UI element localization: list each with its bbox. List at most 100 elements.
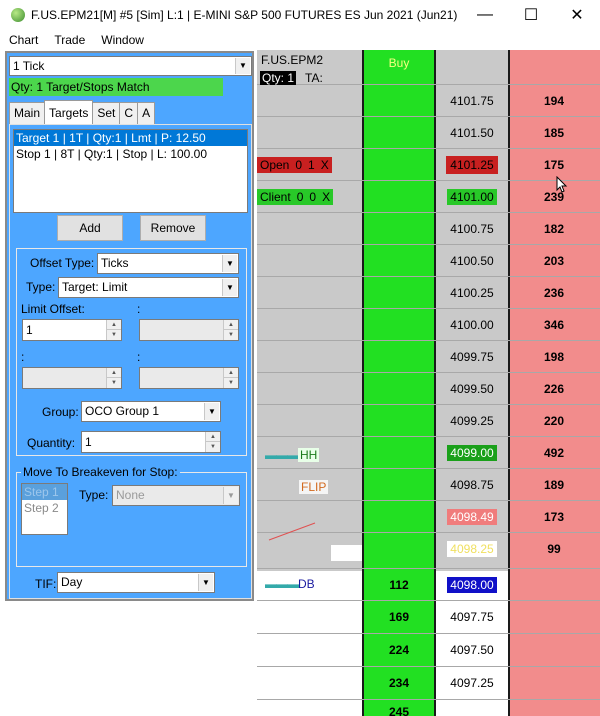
cancel-client-order-icon[interactable]: X	[319, 190, 333, 204]
chevron-down-icon[interactable]: ▼	[222, 279, 237, 296]
close-button[interactable]: ✕	[554, 0, 600, 30]
chevron-down-icon[interactable]: ▼	[198, 574, 213, 591]
price-cell[interactable]: 4100.50	[436, 245, 508, 277]
spinner-arrows-icon: ▲ ▼	[223, 320, 238, 340]
window-title: F.US.EPM21[M] #5 [Sim] L:1 | E-MINI S&P …	[31, 8, 458, 22]
buy-size[interactable]: 112	[362, 569, 436, 601]
client-order-tag[interactable]: Client 0 0 X	[257, 189, 334, 205]
tick-size-select[interactable]: 1 Tick ▼	[9, 56, 252, 76]
note-db: ▬▬▬ DB	[265, 577, 315, 591]
tab-set[interactable]: Set	[92, 102, 121, 124]
list-item[interactable]: Step 2	[22, 500, 67, 516]
sell-size[interactable]: 239	[508, 181, 600, 213]
remove-button[interactable]: Remove	[140, 215, 206, 241]
sell-size[interactable]: 182	[508, 213, 600, 245]
title-bar: F.US.EPM21[M] #5 [Sim] L:1 | E-MINI S&P …	[0, 0, 600, 30]
sell-size[interactable]: 226	[508, 373, 600, 405]
sell-size[interactable]: 99	[508, 533, 600, 565]
chevron-down-icon[interactable]: ▼	[204, 403, 219, 420]
price-cell[interactable]: 4097.25	[436, 667, 508, 699]
drawing-line	[268, 522, 316, 541]
price-cell[interactable]: 4098.75	[436, 469, 508, 501]
minimize-button[interactable]: —	[462, 0, 508, 30]
price-cell[interactable]: 4099.50	[436, 373, 508, 405]
note-blank-box	[331, 545, 362, 561]
sell-size[interactable]: 203	[508, 245, 600, 277]
spinner-arrows-icon[interactable]: ▲ ▼	[106, 320, 121, 340]
offset-type-select[interactable]: Ticks ▼	[97, 253, 239, 274]
buy-size[interactable]: 234	[362, 667, 436, 699]
dom-ta-label: TA:	[305, 71, 323, 85]
buy-column-header[interactable]: Buy	[364, 56, 434, 70]
price-cell[interactable]: 4097.50	[436, 634, 508, 666]
price-cell[interactable]: 4100.00	[436, 309, 508, 341]
list-item[interactable]: Stop 1 | 8T | Qty:1 | Stop | L: 100.00	[14, 146, 247, 162]
offset-type-label: Offset Type:	[30, 256, 95, 270]
sell-size[interactable]: 173	[508, 501, 600, 533]
price-cell[interactable]: 4100.75	[436, 213, 508, 245]
chevron-down-icon[interactable]: ▼	[222, 255, 237, 272]
spinner-arrows-icon: ▲ ▼	[106, 368, 121, 388]
chevron-down-icon[interactable]: ▼	[235, 58, 250, 74]
disabled-spinner: ▲ ▼	[139, 319, 239, 341]
be-type-select: None ▼	[112, 485, 240, 506]
tif-label: TIF:	[35, 577, 57, 591]
menu-chart[interactable]: Chart	[0, 33, 46, 47]
sell-size[interactable]: 236	[508, 277, 600, 309]
breakeven-steps-list[interactable]: Step 1 Step 2	[21, 483, 68, 535]
spinner-arrows-icon: ▲ ▼	[223, 368, 238, 388]
menu-trade[interactable]: Trade	[46, 33, 93, 47]
chevron-down-icon: ▼	[223, 487, 238, 504]
buy-size[interactable]: 169	[362, 601, 436, 633]
oco-group-select[interactable]: OCO Group 1 ▼	[81, 401, 221, 422]
buy-size[interactable]: 245	[362, 698, 436, 716]
tab-main[interactable]: Main	[9, 102, 46, 124]
price-cell-working[interactable]: 4101.00	[436, 181, 508, 213]
menu-window[interactable]: Window	[93, 33, 152, 47]
price-cell-highlight[interactable]: 4099.00	[436, 437, 508, 469]
limit-offset-spinner[interactable]: 1 ▲ ▼	[22, 319, 122, 341]
sell-size[interactable]: 198	[508, 341, 600, 373]
spinner-arrows-icon[interactable]: ▲ ▼	[205, 432, 220, 452]
quantity-spinner[interactable]: 1 ▲ ▼	[81, 431, 221, 453]
price-cell-highlight[interactable]: 4098.25	[436, 533, 508, 565]
price-cell[interactable]: 4099.25	[436, 405, 508, 437]
tab-targets[interactable]: Targets	[44, 100, 94, 124]
targets-list[interactable]: Target 1 | 1T | Qty:1 | Lmt | P: 12.50 S…	[13, 129, 248, 213]
colon-label: :	[137, 302, 141, 316]
add-button[interactable]: Add	[57, 215, 123, 241]
list-item[interactable]: Target 1 | 1T | Qty:1 | Lmt | P: 12.50	[14, 130, 247, 146]
list-item[interactable]: Step 1	[22, 484, 67, 500]
price-cell[interactable]: 4101.75	[436, 85, 508, 117]
type-label: Type:	[26, 280, 56, 294]
price-ladder: F.US.EPM2 Qty: 1 TA: Buy 4101.75 4101.50…	[257, 50, 600, 716]
tif-select[interactable]: Day ▼	[57, 572, 215, 593]
tab-c[interactable]: C	[119, 102, 139, 124]
cancel-open-order-icon[interactable]: X	[318, 158, 332, 172]
open-order-tag[interactable]: Open 0 1 X	[257, 157, 332, 173]
maximize-button[interactable]: ☐	[508, 0, 554, 30]
price-cell-working[interactable]: 4101.25	[436, 149, 508, 181]
price-cell[interactable]: 4099.75	[436, 341, 508, 373]
buy-size[interactable]: 224	[362, 634, 436, 666]
price-cell-last[interactable]: 4098.00	[436, 569, 508, 601]
sell-size[interactable]: 189	[508, 469, 600, 501]
note-hh: ▬▬▬ HH	[265, 448, 320, 462]
price-cell[interactable]: 4100.25	[436, 277, 508, 309]
sell-size[interactable]: 492	[508, 437, 600, 469]
app-globe-icon	[11, 8, 25, 22]
quantity-label: Quantity:	[27, 436, 76, 450]
price-cell[interactable]: 4101.50	[436, 117, 508, 149]
note-flip: FLIP	[299, 480, 329, 494]
sell-size[interactable]: 194	[508, 85, 600, 117]
sell-size[interactable]: 175	[508, 149, 600, 181]
sell-size[interactable]: 185	[508, 117, 600, 149]
disabled-spinner: ▲ ▼	[22, 367, 122, 389]
price-cell-highlight[interactable]: 4098.49	[436, 501, 508, 533]
type-select[interactable]: Target: Limit ▼	[58, 277, 239, 298]
price-cell[interactable]: 4097.75	[436, 601, 508, 633]
mouse-cursor-icon	[556, 176, 568, 193]
sell-size[interactable]: 346	[508, 309, 600, 341]
tab-a[interactable]: A	[137, 102, 156, 124]
sell-size[interactable]: 220	[508, 405, 600, 437]
